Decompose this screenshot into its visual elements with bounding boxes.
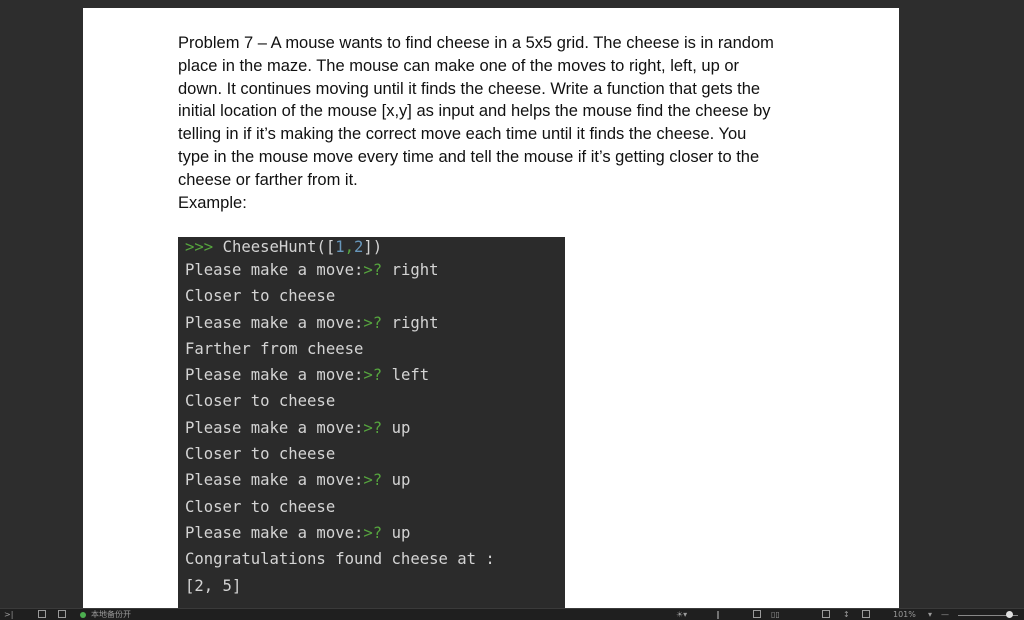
move-label: Please make a move: <box>185 366 364 385</box>
console-response-line: Closer to cheese <box>185 287 336 306</box>
problem-line: initial location of the mouse [x,y] as i… <box>178 102 771 121</box>
split-view-icon[interactable]: ‖ <box>716 610 720 620</box>
fullscreen-icon[interactable] <box>862 610 870 620</box>
move-value: right <box>391 313 439 332</box>
console-response-line: Closer to cheese <box>185 445 336 464</box>
problem-line: telling in if it’s making the correct mo… <box>178 125 747 144</box>
problem-line: place in the maze. The mouse can make on… <box>178 56 739 75</box>
command-name: CheeseHunt( <box>222 238 326 256</box>
console-move-line: Please make a move:>? right <box>185 257 565 283</box>
console-move-line: Please make a move:>? up <box>185 520 565 546</box>
document-page: Problem 7 – A mouse wants to find cheese… <box>83 8 899 608</box>
web-layout-icon[interactable] <box>822 610 830 620</box>
problem-line: down. It continues moving until it finds… <box>178 79 761 98</box>
move-label: Please make a move: <box>185 471 364 490</box>
read-mode-icon[interactable]: ▯▯ <box>771 610 780 620</box>
command-separator: , <box>344 238 355 256</box>
command-bracket-open: [ <box>325 238 336 256</box>
save-icon[interactable] <box>38 610 46 620</box>
zoom-out-button[interactable]: — <box>941 610 949 620</box>
console-screenshot: >>> CheeseHunt([1,2]) Please make a move… <box>178 237 565 608</box>
zoom-dropdown-icon[interactable]: ▾ <box>928 610 932 620</box>
move-label: Please make a move: <box>185 418 364 437</box>
input-prompt: >? <box>363 261 383 279</box>
command-arg-x: 1 <box>335 238 345 256</box>
example-label: Example: <box>178 193 247 212</box>
zoom-level[interactable]: 101% <box>893 610 916 620</box>
console-move-line: Please make a move:>? left <box>185 362 565 388</box>
input-prompt: >? <box>363 418 383 437</box>
console-move-line: Please make a move:>? right <box>185 310 565 336</box>
input-prompt: >? <box>363 313 383 332</box>
console-prompt: >>> <box>185 238 214 256</box>
command-bracket-close: ]) <box>363 238 383 256</box>
terminal-icon[interactable]: >| <box>4 610 13 620</box>
console-response-line: Closer to cheese <box>185 392 336 411</box>
backup-status-label[interactable]: 本地备份开 <box>91 610 131 620</box>
console-response-line: Farther from cheese <box>185 339 364 358</box>
console-response-line: Closer to cheese <box>185 497 336 516</box>
move-label: Please make a move: <box>185 313 364 332</box>
zoom-slider-handle[interactable] <box>1006 611 1013 618</box>
problem-line: Problem 7 – A mouse wants to find cheese… <box>178 34 774 52</box>
console-final-value: [2, 5] <box>185 576 242 595</box>
move-value: right <box>391 261 439 279</box>
move-value: left <box>391 366 430 385</box>
input-prompt: >? <box>363 523 383 542</box>
input-prompt: >? <box>363 366 383 385</box>
move-value: up <box>391 523 411 542</box>
status-bar: >| 本地备份开 ☀▾ ‖ ▯▯ ↕ 101% ▾ — <box>0 608 1024 620</box>
console-move-line: Please make a move:>? up <box>185 467 565 493</box>
problem-line: type in the mouse move every time and te… <box>178 147 760 166</box>
input-prompt: >? <box>363 471 383 490</box>
console-move-line: Please make a move:>? up <box>185 415 565 441</box>
move-label: Please make a move: <box>185 261 364 279</box>
problem-line: cheese or farther from it. <box>178 170 358 189</box>
problem-text: Problem 7 – A mouse wants to find cheese… <box>178 32 808 214</box>
fit-width-icon[interactable]: ↕ <box>843 610 850 620</box>
backup-status-icon <box>80 610 86 620</box>
move-label: Please make a move: <box>185 523 364 542</box>
document-icon[interactable] <box>58 610 66 620</box>
move-value: up <box>391 418 411 437</box>
move-value: up <box>391 471 411 490</box>
command-arg-y: 2 <box>354 238 364 256</box>
console-final-line: Congratulations found cheese at : <box>185 550 495 569</box>
page-view-icon[interactable] <box>753 610 761 620</box>
console-command-line: >>> CheeseHunt([1,2]) <box>185 237 565 257</box>
brightness-icon[interactable]: ☀▾ <box>676 610 687 620</box>
app-window: Problem 7 – A mouse wants to find cheese… <box>0 0 1024 620</box>
